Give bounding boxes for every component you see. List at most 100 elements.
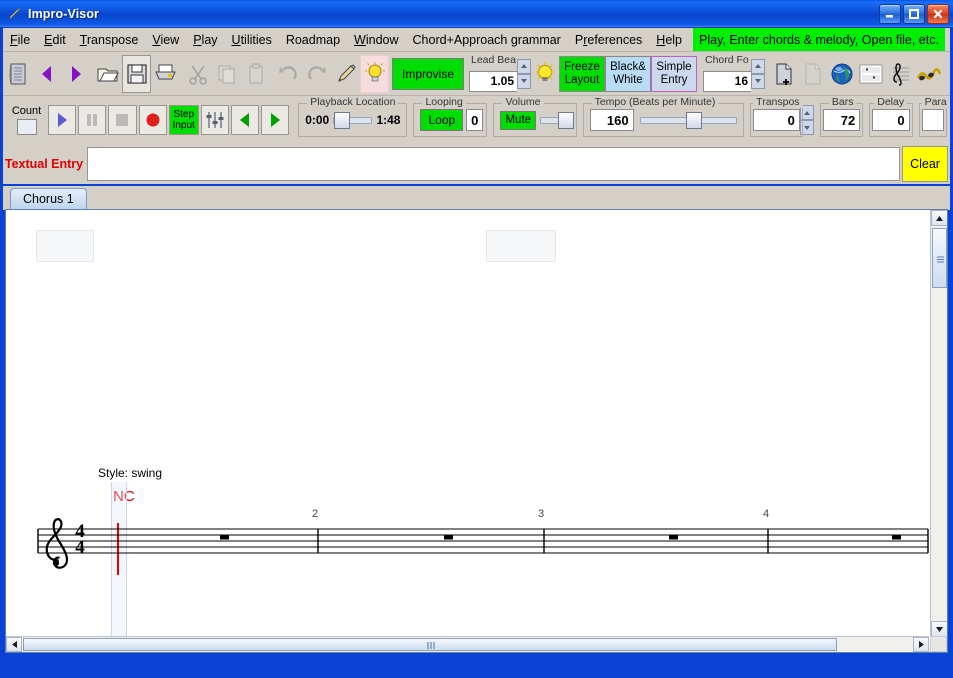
chord-font-down-arrow[interactable]	[751, 73, 765, 89]
globe-icon[interactable]	[827, 54, 856, 93]
chord-font-spinner[interactable]: Chord Fo 16	[703, 54, 765, 92]
step-input-button[interactable]: Step Input	[168, 105, 199, 135]
notes-flourish-icon[interactable]	[914, 54, 943, 93]
volume-title: Volume	[502, 96, 544, 108]
simple-entry-button[interactable]: Simple Entry	[651, 55, 697, 92]
cut-icon	[183, 54, 212, 93]
step-input-line2: Input	[172, 120, 195, 131]
chord-font-up-arrow[interactable]	[751, 58, 765, 74]
playback-current-time: 0:00	[305, 113, 330, 127]
close-button[interactable]	[927, 3, 949, 24]
params-value-field[interactable]	[921, 109, 945, 131]
bars-value-field[interactable]: 72	[822, 109, 861, 131]
menu-preferences[interactable]: Preferences	[568, 31, 649, 49]
rewind-button[interactable]	[230, 105, 260, 135]
scroll-down-arrow[interactable]	[931, 621, 947, 637]
delay-value-field[interactable]: 0	[872, 109, 910, 131]
notate-icon[interactable]	[3, 54, 32, 93]
maximize-button[interactable]	[903, 3, 925, 24]
menu-help[interactable]: Help	[649, 31, 689, 49]
measure-number-4: 4	[763, 508, 770, 520]
transpose-value-field[interactable]: 0	[753, 109, 800, 131]
score-horizontal-scrollbar[interactable]	[6, 636, 929, 652]
scroll-horizontal-thumb[interactable]	[23, 638, 837, 651]
playback-location-slider[interactable]	[333, 112, 373, 129]
paste-icon	[241, 54, 270, 93]
leadsheet-view-icon[interactable]	[856, 54, 885, 93]
lead-beat-down-arrow[interactable]	[517, 73, 531, 89]
menu-roadmap[interactable]: Roadmap	[279, 31, 347, 49]
menu-hint-banner: Play, Enter chords & melody, Open file, …	[693, 28, 945, 51]
treble-clef-icon[interactable]	[885, 54, 914, 93]
menu-transpose[interactable]: Transpose	[73, 31, 146, 49]
menu-view[interactable]: View	[145, 31, 186, 49]
forward-button[interactable]	[261, 105, 290, 135]
print-icon[interactable]	[151, 54, 180, 93]
scroll-left-arrow[interactable]	[6, 637, 22, 652]
score-vertical-scrollbar[interactable]	[930, 210, 947, 637]
params-title: Para	[921, 96, 950, 108]
clear-button[interactable]: Clear	[902, 146, 948, 182]
black-white-button[interactable]: Black& White	[605, 55, 651, 92]
pause-button[interactable]	[78, 105, 107, 135]
delay-panel: Delay 0	[869, 96, 913, 137]
tempo-panel: Tempo (Beats per Minute) 160	[582, 96, 745, 137]
play-button[interactable]	[48, 105, 77, 135]
scroll-up-arrow[interactable]	[931, 210, 947, 226]
style-label[interactable]: Style: swing	[98, 466, 162, 480]
composer-field-placeholder[interactable]	[486, 230, 556, 262]
title-bar: Impro-Visor	[0, 0, 953, 28]
menu-window[interactable]: Window	[347, 31, 405, 49]
lead-beat-spinner[interactable]: Lead Bea 1.05	[469, 54, 531, 92]
lead-beat-value[interactable]: 1.05	[469, 70, 517, 92]
volume-slider-thumb[interactable]	[557, 112, 574, 129]
loop-button[interactable]: Loop	[420, 109, 464, 131]
menu-file[interactable]: File	[3, 31, 37, 49]
lightbulb-icon[interactable]	[531, 56, 559, 92]
loop-count-field[interactable]: 0	[466, 109, 484, 131]
playback-total-time: 1:48	[376, 113, 401, 127]
lead-beat-up-arrow[interactable]	[517, 58, 531, 74]
previous-chorus-icon[interactable]	[32, 54, 61, 93]
next-chorus-icon[interactable]	[61, 54, 90, 93]
menu-chord-approach-grammar[interactable]: Chord+Approach grammar	[406, 31, 568, 49]
tempo-value-field[interactable]: 160	[589, 109, 634, 131]
count-checkbox[interactable]	[16, 119, 37, 135]
scroll-vertical-thumb[interactable]	[932, 228, 947, 288]
score-canvas[interactable]: Style: swing NC 4 4 2 3 4	[6, 210, 930, 640]
mixer-button[interactable]	[200, 105, 229, 135]
tab-chorus-1[interactable]: Chorus 1	[10, 188, 87, 210]
stop-button[interactable]	[108, 105, 137, 135]
transport-toolbar: Count Step Input Playback Location 0:00 …	[3, 96, 950, 144]
open-file-icon[interactable]	[93, 54, 122, 93]
window-controls	[879, 3, 949, 24]
tempo-title: Tempo (Beats per Minute)	[591, 96, 719, 108]
save-file-icon[interactable]	[122, 54, 151, 93]
textual-entry-row: Textual Entry Clear	[3, 144, 950, 184]
tempo-slider[interactable]	[639, 112, 738, 129]
menu-utilities[interactable]: Utilities	[225, 31, 279, 49]
improvise-button[interactable]: Improvise	[392, 57, 464, 90]
pencil-edit-icon[interactable]	[331, 54, 360, 93]
staff-system-1[interactable]: 4 4	[30, 510, 930, 570]
new-leadsheet-icon[interactable]	[769, 54, 798, 93]
menu-edit[interactable]: Edit	[37, 31, 73, 49]
step-input-line1: Step	[173, 109, 195, 120]
record-button[interactable]	[138, 105, 167, 135]
chord-font-value[interactable]: 16	[703, 70, 751, 92]
menu-play[interactable]: Play	[186, 31, 224, 49]
bars-panel: Bars 72	[819, 96, 864, 137]
mute-button[interactable]: Mute	[500, 110, 537, 130]
measure-number-3: 3	[538, 508, 545, 520]
chorus-tab-bar: Chorus 1	[3, 186, 950, 210]
clear-leadsheet-icon	[798, 54, 827, 93]
title-field-placeholder[interactable]	[36, 230, 94, 262]
lightbulb-advice-icon[interactable]	[360, 54, 389, 93]
playback-slider-thumb[interactable]	[334, 112, 351, 129]
volume-slider[interactable]	[540, 112, 574, 129]
tempo-slider-thumb[interactable]	[686, 112, 703, 129]
freeze-layout-button[interactable]: Freeze Layout	[559, 55, 605, 92]
scroll-right-arrow[interactable]	[913, 637, 929, 652]
textual-entry-input[interactable]	[87, 147, 900, 181]
minimize-button[interactable]	[879, 3, 901, 24]
